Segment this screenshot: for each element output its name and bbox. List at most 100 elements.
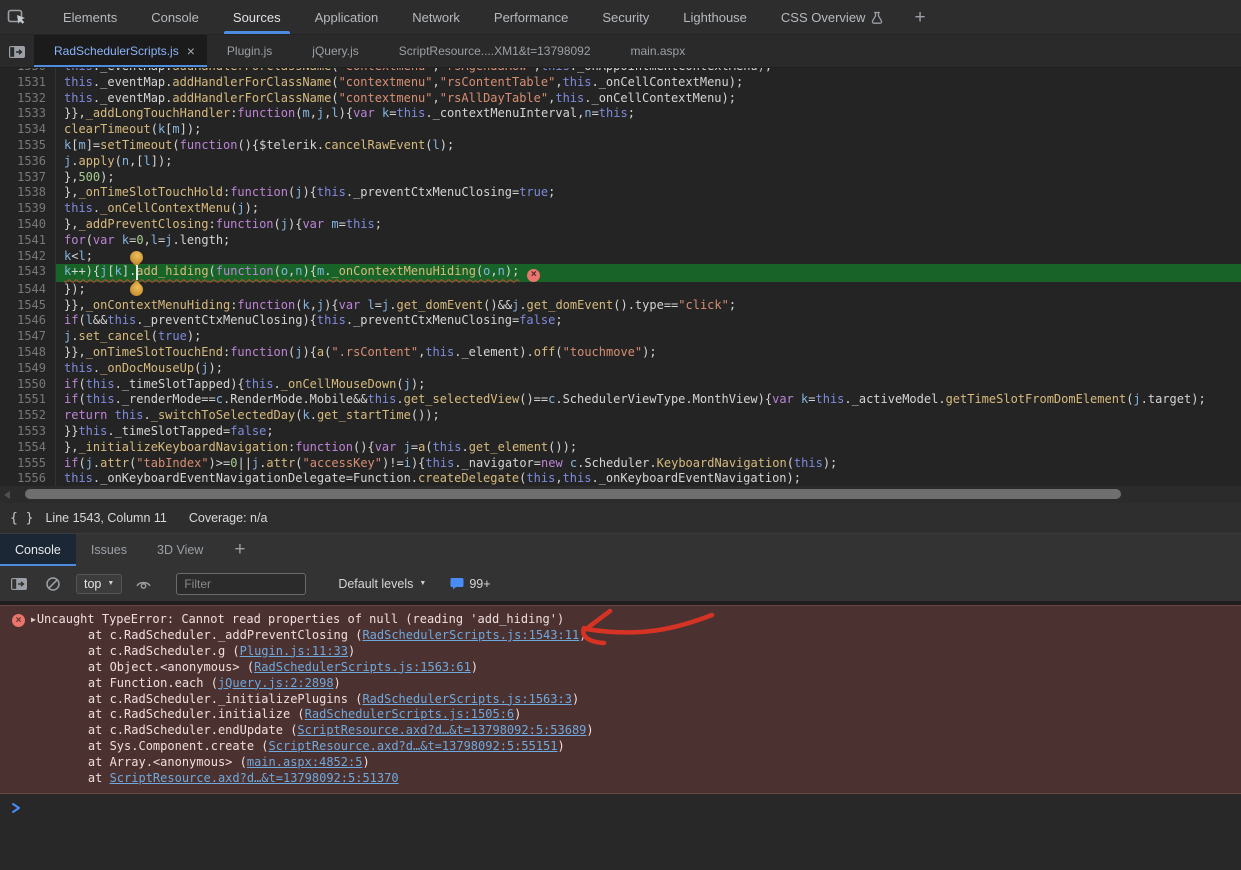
code-line[interactable]: 1530this._eventMap.addHandlerForClassNam… (0, 68, 1241, 75)
code-line[interactable]: 1539this._onCellContextMenu(j); (0, 201, 1241, 217)
drawer-tab-console[interactable]: Console (0, 534, 76, 566)
main-tab-elements[interactable]: Elements (46, 0, 134, 34)
line-number[interactable]: 1543 (0, 264, 56, 282)
main-tab-css-overview[interactable]: CSS Overview (764, 0, 901, 34)
code-line[interactable]: 1540},_addPreventClosing:function(j){var… (0, 217, 1241, 233)
line-number[interactable]: 1544 (0, 282, 56, 298)
stack-frame-link[interactable]: ScriptResource.axd?d…&t=13798092:5:51370 (110, 771, 399, 785)
line-number[interactable]: 1532 (0, 91, 56, 107)
line-number[interactable]: 1536 (0, 154, 56, 170)
code-line[interactable]: 1545}},_onContextMenuHiding:function(k,j… (0, 298, 1241, 314)
console-filter-input[interactable] (176, 573, 306, 595)
code-line[interactable]: 1553}}this._timeSlotTapped=false; (0, 424, 1241, 440)
code-line[interactable]: 1554},_initializeKeyboardNavigation:func… (0, 440, 1241, 456)
line-number[interactable]: 1555 (0, 456, 56, 472)
line-number[interactable]: 1533 (0, 106, 56, 122)
main-tab-network[interactable]: Network (395, 0, 477, 34)
code-line[interactable]: 1537},500); (0, 170, 1241, 186)
line-number[interactable]: 1542 (0, 249, 56, 265)
file-tab-jquery-js[interactable]: jQuery.js (292, 35, 378, 67)
main-tab-sources[interactable]: Sources (216, 0, 298, 34)
line-number[interactable]: 1534 (0, 122, 56, 138)
line-number[interactable]: 1537 (0, 170, 56, 186)
line-number[interactable]: 1550 (0, 377, 56, 393)
drawer-tab-issues[interactable]: Issues (76, 534, 142, 566)
code-line[interactable]: 1546if(l&&this._preventCtxMenuClosing){t… (0, 313, 1241, 329)
code-line[interactable]: 1543k++){j[k].add_hiding(function(o,n){m… (0, 264, 1241, 282)
code-line[interactable]: 1547j.set_cancel(true); (0, 329, 1241, 345)
stack-frame-link[interactable]: main.aspx:4852:5 (247, 755, 363, 769)
file-tab-plugin-js[interactable]: Plugin.js (207, 35, 292, 67)
console-sidebar-button[interactable] (6, 571, 32, 597)
line-error-badge-icon[interactable]: × (527, 269, 540, 282)
file-tab-scriptresource-xm1-t-13798092[interactable]: ScriptResource....XM1&t=13798092 (379, 35, 611, 67)
javascript-context-select[interactable]: top ▼ (76, 574, 122, 594)
code-line[interactable]: 1544}); (0, 282, 1241, 298)
main-tab-console[interactable]: Console (134, 0, 216, 34)
code-line[interactable]: 1533}},_addLongTouchHandler:function(m,j… (0, 106, 1241, 122)
line-number[interactable]: 1546 (0, 313, 56, 329)
line-number[interactable]: 1547 (0, 329, 56, 345)
drawer-tab-3d-view[interactable]: 3D View (142, 534, 218, 566)
line-number[interactable]: 1530 (0, 68, 56, 75)
create-live-expression-button[interactable] (130, 571, 156, 597)
log-levels-select[interactable]: Default levels ▼ (338, 577, 426, 591)
code-line[interactable]: 1542k<l; (0, 249, 1241, 265)
stack-frame-link[interactable]: ScriptResource.axd?d…&t=13798092:5:55151 (269, 739, 558, 753)
horizontal-scrollbar[interactable] (0, 486, 1241, 503)
line-number[interactable]: 1535 (0, 138, 56, 154)
code-line[interactable]: 1538},_onTimeSlotTouchHold:function(j){t… (0, 185, 1241, 201)
line-number[interactable]: 1549 (0, 361, 56, 377)
line-number[interactable]: 1548 (0, 345, 56, 361)
code-line[interactable]: 1556this._onKeyboardEventNavigationDeleg… (0, 471, 1241, 487)
code-line[interactable]: 1549this._onDocMouseUp(j); (0, 361, 1241, 377)
line-number[interactable]: 1545 (0, 298, 56, 314)
code-line[interactable]: 1541for(var k=0,l=j.length; (0, 233, 1241, 249)
line-number[interactable]: 1552 (0, 408, 56, 424)
code-line[interactable]: 1536j.apply(n,[l]); (0, 154, 1241, 170)
code-line[interactable]: 1535k[m]=setTimeout(function(){$telerik.… (0, 138, 1241, 154)
line-number[interactable]: 1531 (0, 75, 56, 91)
messages-count-badge[interactable]: 99+ (450, 577, 490, 591)
line-number[interactable]: 1556 (0, 471, 56, 487)
main-tab-application[interactable]: Application (298, 0, 396, 34)
console-output[interactable]: × ▶Uncaught TypeError: Cannot read prope… (0, 605, 1241, 868)
main-tab-performance[interactable]: Performance (477, 0, 585, 34)
code-line[interactable]: 1551if(this._renderMode==c.RenderMode.Mo… (0, 392, 1241, 408)
more-panels-button[interactable]: + (900, 8, 939, 27)
stack-frame-link[interactable]: jQuery.js:2:2898 (218, 676, 334, 690)
line-number[interactable]: 1539 (0, 201, 56, 217)
code-line[interactable]: 1534clearTimeout(k[m]); (0, 122, 1241, 138)
inspect-element-button[interactable] (0, 0, 34, 34)
file-tab-main-aspx[interactable]: main.aspx (611, 35, 706, 67)
code-line[interactable]: 1548}},_onTimeSlotTouchEnd:function(j){a… (0, 345, 1241, 361)
stack-frame-link[interactable]: ScriptResource.axd?d…&t=13798092:5:53689 (297, 723, 586, 737)
stack-frame-link[interactable]: RadSchedulerScripts.js:1543:11 (362, 628, 579, 642)
file-tab-radschedulerscripts-js[interactable]: RadSchedulerScripts.js× (34, 35, 207, 67)
line-number[interactable]: 1551 (0, 392, 56, 408)
toggle-navigator-button[interactable] (0, 35, 34, 69)
main-tab-lighthouse[interactable]: Lighthouse (666, 0, 764, 34)
stack-frame-link[interactable]: RadSchedulerScripts.js:1505:6 (305, 707, 515, 721)
expand-triangle-icon[interactable]: ▶ (31, 612, 36, 628)
code-line[interactable]: 1531this._eventMap.addHandlerForClassNam… (0, 75, 1241, 91)
line-number[interactable]: 1553 (0, 424, 56, 440)
source-editor[interactable]: 1530this._eventMap.addHandlerForClassNam… (0, 68, 1241, 503)
line-number[interactable]: 1541 (0, 233, 56, 249)
scrollbar-thumb[interactable] (25, 489, 1121, 499)
stack-frame-link[interactable]: RadSchedulerScripts.js:1563:3 (362, 692, 572, 706)
line-number[interactable]: 1554 (0, 440, 56, 456)
console-prompt[interactable] (0, 794, 1241, 815)
code-line[interactable]: 1532this._eventMap.addHandlerForClassNam… (0, 91, 1241, 107)
pretty-print-icon[interactable]: { } (0, 511, 45, 526)
line-number[interactable]: 1540 (0, 217, 56, 233)
more-drawer-tabs-button[interactable]: + (218, 534, 261, 566)
code-line[interactable]: 1552return this._switchToSelectedDay(k.g… (0, 408, 1241, 424)
close-icon[interactable]: × (187, 44, 195, 58)
stack-frame-link[interactable]: RadSchedulerScripts.js:1563:61 (254, 660, 471, 674)
code-line[interactable]: 1555if(j.attr("tabIndex")>=0||j.attr("ac… (0, 456, 1241, 472)
line-number[interactable]: 1538 (0, 185, 56, 201)
clear-console-button[interactable] (40, 571, 66, 597)
code-line[interactable]: 1550if(this._timeSlotTapped){this._onCel… (0, 377, 1241, 393)
main-tab-security[interactable]: Security (585, 0, 666, 34)
